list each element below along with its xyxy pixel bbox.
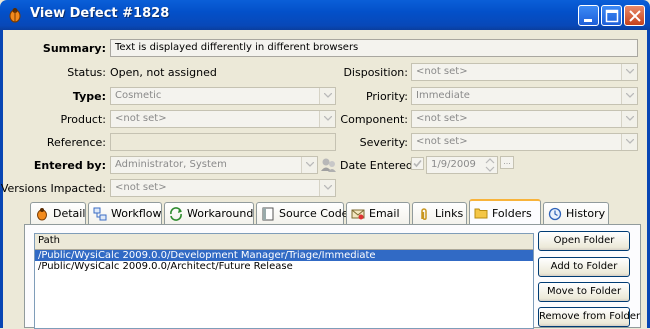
versions-impacted-label: Versions Impacted: bbox=[0, 182, 106, 195]
summary-label: Summary: bbox=[42, 42, 106, 55]
tab-history-label: History bbox=[566, 207, 606, 220]
reference-field[interactable] bbox=[110, 133, 336, 151]
open-folder-button[interactable]: Open Folder bbox=[538, 231, 630, 251]
date-picker-button[interactable]: ... bbox=[500, 156, 514, 169]
severity-select[interactable]: <not set> bbox=[411, 133, 638, 151]
tab-links-label: Links bbox=[435, 207, 464, 220]
tab-workaround[interactable]: Workaround bbox=[164, 202, 254, 224]
folder-list[interactable]: Path /Public/WysiCalc 2009.0.0/Developme… bbox=[34, 233, 534, 329]
entered-by-label: Entered by: bbox=[33, 159, 106, 172]
maximize-button[interactable] bbox=[601, 5, 622, 26]
component-select[interactable]: <not set> bbox=[411, 110, 638, 128]
reference-label: Reference: bbox=[46, 136, 106, 149]
severity-label: Severity: bbox=[359, 136, 408, 149]
tab-detail-label: Detail bbox=[53, 207, 86, 220]
versions-impacted-select[interactable]: <not set> bbox=[110, 179, 336, 197]
severity-value: <not set> bbox=[416, 136, 468, 147]
priority-label: Priority: bbox=[365, 90, 408, 103]
tab-source-code[interactable]: Source Code bbox=[256, 202, 348, 224]
tab-email[interactable]: Email bbox=[346, 202, 410, 224]
type-label: Type: bbox=[72, 90, 106, 103]
product-label: Product: bbox=[60, 113, 106, 126]
entered-by-select[interactable]: Administrator, System bbox=[110, 156, 318, 174]
status-label: Status: bbox=[67, 66, 106, 79]
tab-workflow[interactable]: Workflow bbox=[88, 202, 162, 224]
add-to-folder-button[interactable]: Add to Folder bbox=[538, 257, 630, 277]
type-select[interactable]: Cosmetic bbox=[110, 87, 336, 105]
priority-value: Immediate bbox=[416, 90, 470, 101]
tab-workaround-label: Workaround bbox=[187, 207, 254, 220]
list-item[interactable]: /Public/WysiCalc 2009.0.0/Architect/Futu… bbox=[35, 261, 533, 272]
chevron-down-icon[interactable] bbox=[621, 134, 637, 150]
chevron-down-icon[interactable] bbox=[621, 88, 637, 104]
email-icon bbox=[351, 209, 365, 219]
chevron-down-icon[interactable] bbox=[319, 180, 335, 196]
tab-detail[interactable]: Detail bbox=[30, 202, 86, 224]
bug-icon bbox=[37, 207, 47, 220]
product-select[interactable]: <not set> bbox=[110, 110, 336, 128]
list-item[interactable]: /Public/WysiCalc 2009.0.0/Development Ma… bbox=[35, 250, 533, 261]
column-header-path[interactable]: Path bbox=[35, 234, 533, 250]
tab-folders[interactable]: Folders bbox=[469, 199, 541, 225]
window-titlebar[interactable]: View Defect #1828 bbox=[0, 0, 650, 30]
tab-history[interactable]: History bbox=[543, 202, 609, 224]
window-title: View Defect #1828 bbox=[30, 6, 170, 21]
user-lookup-icon[interactable] bbox=[320, 156, 337, 173]
product-value: <not set> bbox=[115, 113, 167, 124]
disposition-select[interactable]: <not set> bbox=[411, 63, 638, 81]
chevron-down-icon[interactable] bbox=[301, 157, 317, 173]
versions-impacted-value: <not set> bbox=[115, 182, 167, 193]
tab-links[interactable]: Links bbox=[412, 202, 467, 224]
defect-bug-icon bbox=[9, 8, 21, 23]
status-value: Open, not assigned bbox=[110, 66, 217, 79]
paperclip-icon bbox=[421, 207, 427, 220]
disposition-label: Disposition: bbox=[343, 66, 408, 79]
history-icon bbox=[548, 207, 562, 220]
tab-workflow-label: Workflow bbox=[111, 207, 162, 220]
priority-select[interactable]: Immediate bbox=[411, 87, 638, 105]
chevron-down-icon[interactable] bbox=[621, 111, 637, 127]
folder-icon bbox=[474, 208, 488, 219]
summary-field[interactable]: Text is displayed differently in differe… bbox=[110, 39, 638, 57]
source-code-icon bbox=[262, 207, 274, 220]
tab-source-code-label: Source Code bbox=[279, 207, 349, 220]
workflow-icon bbox=[93, 207, 107, 220]
close-icon bbox=[629, 10, 641, 22]
component-value: <not set> bbox=[416, 113, 468, 124]
date-entered-value: 1/9/2009 bbox=[431, 159, 476, 170]
type-value: Cosmetic bbox=[115, 90, 162, 101]
date-entered-label: Date Entered: bbox=[340, 159, 417, 172]
disposition-value: <not set> bbox=[416, 66, 468, 77]
move-to-folder-button[interactable]: Move to Folder bbox=[538, 282, 630, 302]
component-label: Component: bbox=[340, 113, 408, 126]
workaround-arrows-icon bbox=[170, 206, 182, 221]
date-entered-checkbox[interactable] bbox=[411, 157, 424, 170]
entered-by-value: Administrator, System bbox=[115, 159, 227, 170]
tab-email-label: Email bbox=[369, 207, 400, 220]
date-spinner-icon[interactable] bbox=[484, 157, 496, 173]
minimize-icon bbox=[584, 19, 592, 22]
tab-folders-label: Folders bbox=[492, 206, 532, 220]
close-button[interactable] bbox=[624, 5, 645, 26]
remove-from-folder-button[interactable]: Remove from Folder bbox=[538, 307, 640, 327]
folders-panel: Path /Public/WysiCalc 2009.0.0/Developme… bbox=[24, 224, 641, 329]
minimize-button[interactable] bbox=[578, 5, 599, 26]
maximize-icon bbox=[605, 9, 619, 23]
chevron-down-icon[interactable] bbox=[621, 64, 637, 80]
